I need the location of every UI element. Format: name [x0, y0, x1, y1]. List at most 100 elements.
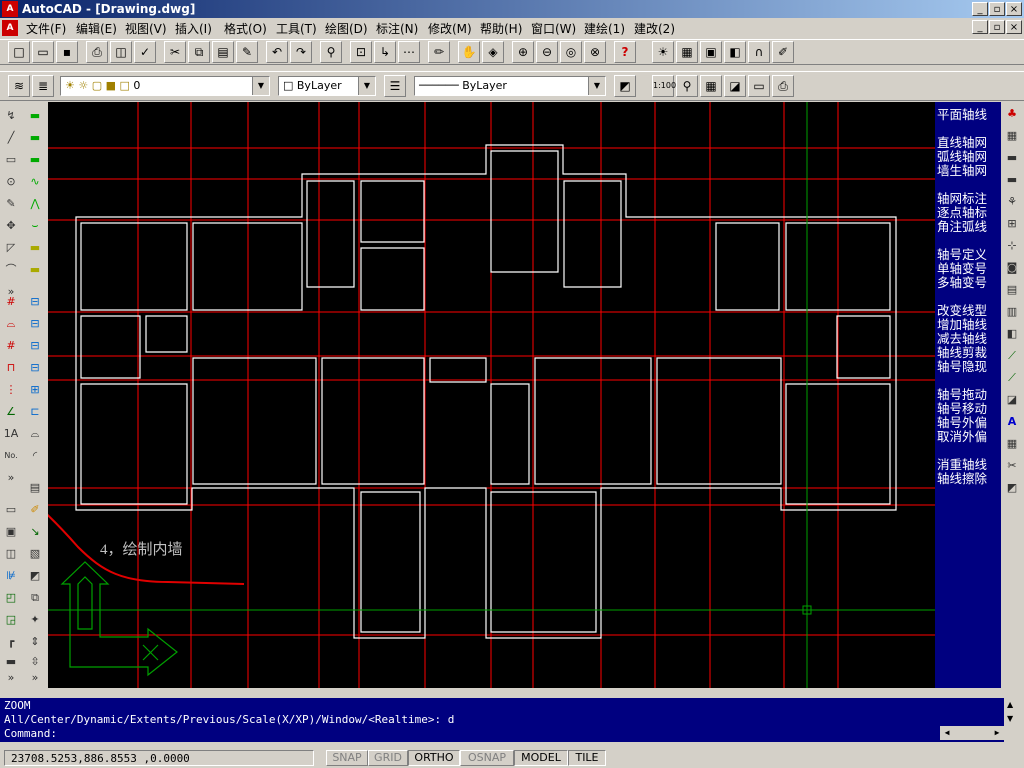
model-toggle[interactable]: MODEL [514, 750, 568, 766]
menu-format[interactable]: 格式(O) [224, 20, 267, 37]
color-dropdown[interactable]: □ ByLayer ▼ [278, 76, 376, 96]
grid-window-icon[interactable]: ▦ [700, 75, 722, 97]
screen-menu-item[interactable]: 角注弧线 [937, 216, 987, 235]
chevron-down-icon[interactable]: ▼ [252, 77, 269, 95]
frame-icon[interactable]: ▭ [748, 75, 770, 97]
scroll-left-icon[interactable]: ◀ [940, 726, 954, 740]
restore-button[interactable]: ▫ [989, 2, 1005, 16]
properties-icon[interactable]: ◩ [614, 75, 636, 97]
hyperlink-icon[interactable]: ⚲ [320, 41, 342, 63]
curve-3-icon[interactable]: ⌣ [25, 216, 45, 236]
dimension-2-icon[interactable]: ▬ [25, 128, 45, 148]
line-style-icon[interactable]: ▬ [25, 238, 45, 258]
zoom-previous-icon[interactable]: ◎ [560, 41, 582, 63]
menu-window[interactable]: 窗口(W) [531, 20, 576, 37]
ruler-2-icon[interactable]: ⟋ [1002, 368, 1022, 388]
menu-dimension[interactable]: 标注(N) [376, 20, 418, 37]
open-icon[interactable]: ▭ [32, 41, 54, 63]
scroll-icon[interactable]: ◩ [1002, 478, 1022, 498]
circle-icon[interactable]: ⊙ [1, 172, 21, 192]
osnap-icon[interactable]: ⊡ [350, 41, 372, 63]
palette-icon[interactable]: ♣ [1002, 104, 1022, 124]
lightbulb-icon[interactable]: ☀ [652, 41, 674, 63]
text-1a-icon[interactable]: 1A [1, 424, 21, 444]
menu-edit[interactable]: 编辑(E) [76, 20, 117, 37]
column-icon[interactable]: ◫ [1, 544, 21, 564]
network-icon[interactable]: ⊹ [1002, 236, 1022, 256]
distance-icon[interactable]: ⋯ [398, 41, 420, 63]
command-vscrollbar[interactable]: ▲ ▼ [1004, 698, 1024, 742]
polyline-icon[interactable]: ↯ [1, 106, 21, 126]
doc-restore-button[interactable]: ▫ [989, 20, 1005, 34]
expand-icon[interactable]: » [1, 468, 21, 488]
close-button[interactable]: × [1006, 2, 1022, 16]
tools-icon[interactable]: ✂ [1002, 456, 1022, 476]
menu-tools[interactable]: 工具(T) [276, 20, 317, 37]
chart-icon[interactable]: ◪ [1002, 390, 1022, 410]
curve-2-icon[interactable]: ⋀ [25, 194, 45, 214]
angle-dim-icon[interactable]: ◜ [25, 446, 45, 466]
axis-point-icon[interactable]: ⋮ [1, 380, 21, 400]
zoom-window-icon[interactable]: ⊖ [536, 41, 558, 63]
arc-icon[interactable]: ⌒ [1, 260, 21, 280]
copy-icon[interactable]: ⧉ [188, 41, 210, 63]
arc-dim-icon[interactable]: ⌓ [25, 424, 45, 444]
wall-icon[interactable]: ▭ [1, 500, 21, 520]
screen-menu-item[interactable]: 取消外偏 [937, 426, 987, 445]
plot-icon[interactable]: ⎙ [772, 75, 794, 97]
hatch-icon[interactable]: ▧ [25, 544, 45, 564]
tile-toggle[interactable]: TILE [568, 750, 606, 766]
table-2-icon[interactable]: ▥ [1002, 302, 1022, 322]
arc-axis-icon[interactable]: ⌓ [1, 314, 21, 334]
corner-icon[interactable]: ┏ [1, 632, 21, 652]
tree-icon[interactable]: ⚘ [1002, 192, 1022, 212]
scroll-right-icon[interactable]: ▶ [990, 726, 1004, 740]
chevron-down-icon[interactable]: ▼ [358, 77, 375, 95]
axis-dimension-icon[interactable]: ⊓ [1, 358, 21, 378]
pencil-icon[interactable]: ✏ [428, 41, 450, 63]
document-icon[interactable]: A [2, 20, 18, 36]
save-icon[interactable]: ▪ [56, 41, 78, 63]
move-icon[interactable]: ✥ [1, 216, 21, 236]
new-icon[interactable]: □ [8, 41, 30, 63]
screen-menu-item[interactable]: 轴号隐现 [937, 356, 987, 375]
menu-draw[interactable]: 绘图(D) [325, 20, 368, 37]
menu-help[interactable]: 帮助(H) [480, 20, 522, 37]
cut-icon[interactable]: ✂ [164, 41, 186, 63]
wall-axis-icon[interactable]: # [1, 336, 21, 356]
layer-icon[interactable]: ▦ [1002, 126, 1022, 146]
line-icon[interactable]: ▬ [1002, 148, 1022, 168]
table-icon[interactable]: ▤ [1002, 280, 1022, 300]
line-style-2-icon[interactable]: ▬ [25, 260, 45, 280]
menu-insert[interactable]: 插入(I) [175, 20, 212, 37]
dim-box-5-icon[interactable]: ⊞ [25, 380, 45, 400]
elevation-icon[interactable]: ⇕ [25, 632, 45, 652]
undo-icon[interactable]: ↶ [266, 41, 288, 63]
minimize-button[interactable]: _ [972, 2, 988, 16]
layout-icon[interactable]: ◧ [1002, 324, 1022, 344]
linetype-icon[interactable]: ☰ [384, 75, 406, 97]
ortho-toggle[interactable]: ORTHO [408, 750, 460, 766]
osnap-toggle[interactable]: OSNAP [460, 750, 514, 766]
make-current-layer-icon[interactable]: ≣ [32, 75, 54, 97]
menu-build-modify[interactable]: 建改(2) [634, 20, 675, 37]
doc-minimize-button[interactable]: _ [972, 20, 988, 34]
dimension-icon[interactable]: ▬ [25, 106, 45, 126]
drawing-canvas[interactable]: 4，绘制内墙 [48, 102, 935, 688]
menu-view[interactable]: 视图(V) [125, 20, 167, 37]
symbol-icon[interactable]: ✦ [25, 610, 45, 630]
command-prompt[interactable]: Command: [4, 727, 57, 740]
menu-build-draw[interactable]: 建绘(1) [584, 20, 625, 37]
line-icon[interactable]: ╱ [1, 128, 21, 148]
screen-menu-item[interactable]: 轴线擦除 [937, 468, 987, 487]
angle-icon[interactable]: ∠ [1, 402, 21, 422]
dim-box-6-icon[interactable]: ⊏ [25, 402, 45, 422]
curve-icon[interactable]: ∿ [25, 172, 45, 192]
spelling-icon[interactable]: ✓ [134, 41, 156, 63]
pen-icon[interactable]: ✎ [1, 194, 21, 214]
pan-icon[interactable]: ✋ [458, 41, 480, 63]
layer-tools-icon[interactable]: ◪ [724, 75, 746, 97]
linetype-dropdown[interactable]: ────── ByLayer ▼ [414, 76, 606, 96]
number-icon[interactable]: No. [1, 446, 21, 466]
brush-icon[interactable]: ✐ [772, 41, 794, 63]
